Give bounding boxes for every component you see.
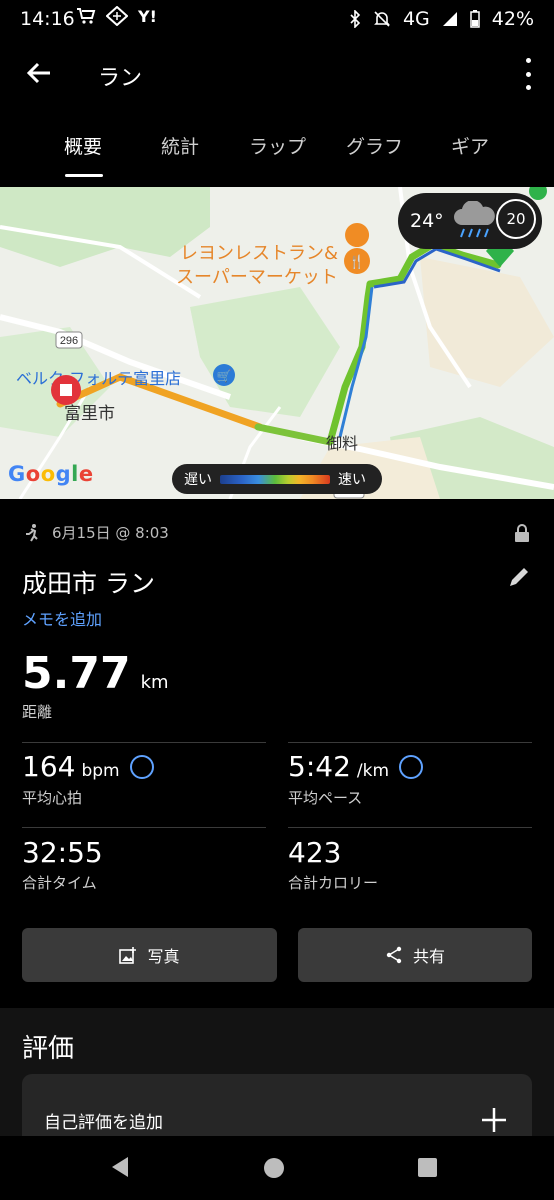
nav-home-icon[interactable] [264, 1158, 284, 1178]
back-button[interactable] [22, 56, 56, 90]
tab-active-indicator [65, 174, 103, 177]
tab-bar: 概要 統計 ラップ グラフ ギア [0, 110, 554, 186]
weather-temperature: 24° [410, 210, 444, 232]
bluetooth-icon [350, 10, 361, 28]
yahoo-icon: Y! [138, 6, 157, 26]
speed-slow-label: 遅い [184, 472, 212, 488]
city-label: 富里市 [64, 404, 115, 424]
divider [22, 742, 266, 743]
distance-unit: km [140, 672, 169, 693]
divider [22, 827, 266, 828]
battery-percent: 42% [491, 8, 534, 30]
restaurant-label-2: スーパーマーケット [176, 267, 338, 288]
restaurant-label-1: レヨンレストラン& [180, 243, 338, 264]
avg-pace-unit: /km [356, 761, 390, 781]
add-photo-icon [119, 947, 137, 964]
heart-rate-zone-icon[interactable] [129, 755, 154, 779]
tab-graph[interactable]: グラフ [346, 132, 403, 159]
activity-date-row: 6月15日 @ 8:03 [22, 522, 169, 543]
share-label: 共有 [412, 947, 445, 966]
nav-recents-icon[interactable] [418, 1158, 437, 1177]
more-vert-icon [525, 58, 531, 63]
add-photo-label: 写真 [147, 947, 180, 966]
distance-value-row: 5.77 km [22, 648, 169, 699]
status-notification-icons: Y! [76, 6, 157, 26]
total-calories-label: 合計カロリー [288, 874, 379, 892]
app-icon [106, 6, 128, 26]
page-title: ラン [98, 66, 143, 91]
store-label: ベルク フォルテ富里店 [16, 369, 181, 388]
evaluation-title: 評価 [22, 1034, 75, 1064]
signal-icon [442, 12, 457, 26]
tab-gear[interactable]: ギア [451, 132, 489, 159]
mute-icon [374, 11, 390, 27]
plus-icon[interactable] [480, 1106, 508, 1134]
add-self-evaluation-label: 自己評価を追加 [44, 1113, 163, 1133]
cart-icon [77, 8, 96, 24]
avg-heart-rate: 164 bpm [22, 750, 154, 783]
road-number-label: 296 [60, 335, 78, 347]
running-icon [26, 523, 38, 542]
divider [288, 827, 532, 828]
speed-gradient-bar [220, 474, 330, 484]
total-time-label: 合計タイム [22, 874, 97, 892]
weather-widget[interactable]: 24° 20 [398, 193, 542, 249]
divider [288, 742, 532, 743]
total-calories: 423 [288, 836, 341, 869]
overflow-menu-button[interactable] [520, 54, 536, 94]
app-bar: ラン [0, 38, 554, 110]
google-logo: Google [8, 462, 94, 486]
total-calories-value: 423 [288, 836, 342, 869]
network-type: 4G [402, 8, 430, 30]
total-time: 32:55 [22, 836, 103, 869]
nav-back-icon[interactable] [110, 1156, 130, 1178]
total-time-value: 32:55 [22, 836, 103, 869]
avg-pace: 5:42 /km [288, 750, 424, 783]
speed-fast-label: 速い [338, 472, 366, 488]
battery-icon [470, 10, 480, 28]
system-nav-bar [0, 1136, 554, 1200]
avg-heart-rate-label: 平均心拍 [22, 789, 83, 807]
avg-pace-value: 5:42 [288, 750, 351, 783]
tab-laps[interactable]: ラップ [249, 132, 306, 159]
speed-legend: 遅い 速い [172, 464, 382, 494]
add-photo-button[interactable]: 写真 [22, 928, 277, 982]
lock-icon[interactable] [514, 524, 530, 542]
avg-heart-rate-value: 164 [22, 750, 76, 783]
avg-heart-rate-unit: bpm [81, 761, 120, 781]
rain-cloud-icon [453, 201, 495, 238]
back-arrow-icon [26, 62, 50, 84]
status-bar: 14:16 Y! 4G 42% [0, 0, 554, 38]
distance-value: 5.77 [22, 648, 131, 699]
status-time: 14:16 [20, 8, 75, 30]
activity-title: 成田市 ラン [22, 569, 155, 598]
add-memo-link[interactable]: メモを追加 [22, 606, 102, 630]
pace-zone-icon[interactable] [399, 755, 424, 779]
avg-pace-label: 平均ペース [288, 789, 363, 807]
uv-index-badge: 20 [496, 199, 536, 239]
distance-label: 距離 [22, 703, 53, 721]
status-system-icons: 4G 42% [349, 8, 534, 30]
route-map[interactable]: 296 51 🍴 レヨンレストラン& スーパーマーケット ベルク フォルテ富里店… [0, 187, 554, 499]
tab-overview[interactable]: 概要 [64, 132, 102, 159]
tab-stats[interactable]: 統計 [161, 132, 199, 159]
area-label: 御料 [326, 434, 358, 453]
share-button[interactable]: 共有 [298, 928, 532, 982]
share-icon [386, 946, 402, 964]
edit-pencil-icon[interactable] [506, 564, 532, 590]
fork-knife-icon: 🍴 [349, 254, 365, 270]
cart-poi-icon: 🛒 [217, 369, 232, 383]
activity-date: 6月15日 @ 8:03 [52, 524, 169, 542]
